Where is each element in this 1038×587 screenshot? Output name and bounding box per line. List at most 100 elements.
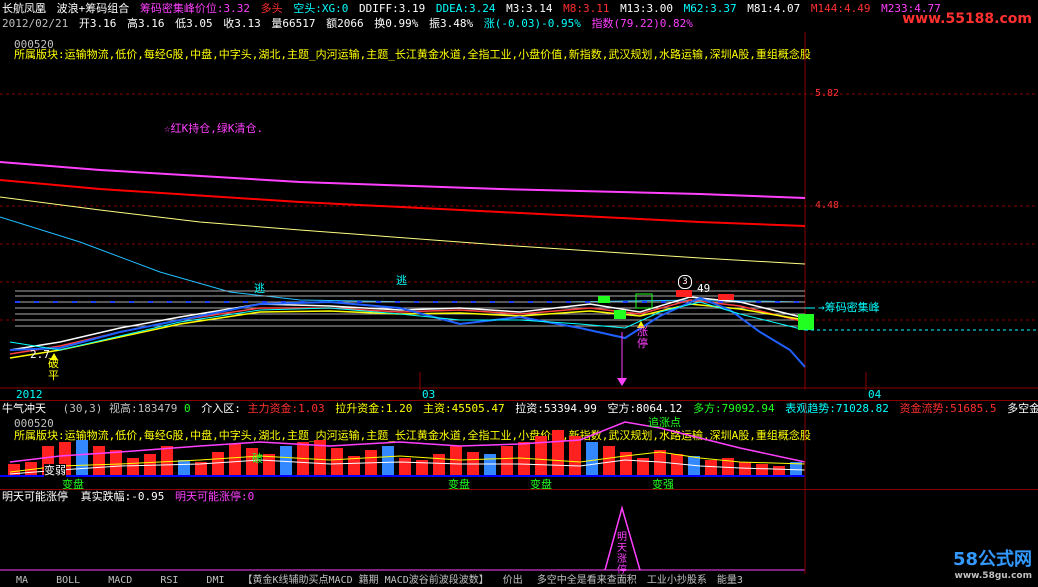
indicator-name: 波浪+筹码组合 xyxy=(56,2,130,15)
watermark-top: www.55188.com xyxy=(902,11,1032,27)
sub1-bar xyxy=(127,458,139,476)
short-label: 空头:XG:0 xyxy=(293,2,349,15)
change-label: 涨(-0.03)-0.95% xyxy=(483,17,581,30)
badge-num: 3 xyxy=(678,275,692,289)
ma233-line xyxy=(0,161,806,199)
long-label: 多头 xyxy=(260,2,283,15)
tab-custom[interactable]: 【黄金K线辅助买点MACD 籍期 MACD波谷前波段波数】 xyxy=(243,575,489,586)
m13-value: M13:3.00 xyxy=(620,2,674,15)
badge-escape-2: 逃 xyxy=(396,274,407,287)
tab-dmi[interactable]: DMI xyxy=(206,575,224,586)
badge-limit: 涨停 xyxy=(637,325,648,350)
m8-value: M8:3.11 xyxy=(563,2,610,15)
index-label: 指数(79.22)0.82% xyxy=(591,17,693,30)
sub1-chart-svg xyxy=(0,402,806,490)
sub1-bar xyxy=(382,446,394,476)
date-label: 2012/02/21 xyxy=(2,17,69,30)
ddiff-value: DDIFF:3.19 xyxy=(359,2,426,15)
tab-energy[interactable]: 能量3 xyxy=(717,575,743,586)
open-label: 开3.16 xyxy=(78,17,117,30)
panel-separator xyxy=(0,400,1038,401)
high-label: 高3.16 xyxy=(126,17,165,30)
sub2-chart-svg xyxy=(0,490,806,574)
sub-panel-limit: 明天可能涨停 真实跌幅:-0.95 明天可能涨停:0 明天涨停 xyxy=(0,490,1038,576)
sub1-bar xyxy=(93,446,105,476)
tab-area[interactable]: 多空中全是看来查面积 xyxy=(537,575,637,586)
candle-red xyxy=(676,290,692,297)
sub1-bar xyxy=(331,448,343,476)
badge-breakeven: 破平 xyxy=(48,357,59,382)
low-price-label: 2.7 xyxy=(30,348,50,361)
sub1-bar xyxy=(756,464,768,476)
sub1-bar xyxy=(569,436,581,476)
tab-industry[interactable]: 工业小抄股系 xyxy=(647,575,707,586)
peak-value: 筹码密集峰价位:3.32 xyxy=(139,2,250,15)
candle-red xyxy=(718,294,734,300)
signal-arrow-icon xyxy=(617,378,627,386)
price-grid xyxy=(0,93,1038,321)
close-label: 收3.13 xyxy=(223,17,261,30)
sub1-bar xyxy=(8,464,20,476)
sub1-bar xyxy=(603,446,615,476)
volume-label: 量66517 xyxy=(271,17,316,30)
m81-value: M81:4.07 xyxy=(747,2,801,15)
sub1-bar xyxy=(586,442,598,476)
turnover-label: 换0.99% xyxy=(374,17,419,30)
badge-escape-1: 逃 xyxy=(254,282,265,295)
sub1-bar xyxy=(450,446,462,476)
sub1-bar xyxy=(263,454,275,476)
candle-green xyxy=(614,310,626,319)
sub1-bar xyxy=(654,450,666,476)
sub2-spike-label: 明天涨停 xyxy=(617,532,627,576)
tab-ma[interactable]: MA xyxy=(16,575,28,586)
sub1-bar xyxy=(399,458,411,476)
stock-name: 长航凤凰 xyxy=(2,2,46,15)
sub1-bar xyxy=(229,444,241,476)
sub1-label-chase: 追涨点 xyxy=(648,416,681,429)
peak-annotation: →筹码密集峰 xyxy=(818,301,880,315)
sub1-bar xyxy=(552,430,564,476)
sub1-bar xyxy=(739,462,751,476)
candle-green xyxy=(798,314,814,330)
tab-boll[interactable]: BOLL xyxy=(56,575,80,586)
footer-logo-text: 58公式网 xyxy=(952,549,1032,570)
sub-panel-bull: 牛气冲天 (30,3) 视高:183479 0 介入区: 主力资金:1.03 拉… xyxy=(0,402,1038,491)
header-bar: 长航凤凰 波浪+筹码组合 筹码密集峰价位:3.32 多头 空头:XG:0 DDI… xyxy=(2,2,941,16)
info-bar: 2012/02/21 开3.16 高3.16 低3.05 收3.13 量6651… xyxy=(2,17,693,31)
bottom-tab-bar: MA BOLL MACD RSI DMI 【黄金K线辅助买点MACD 籍期 MA… xyxy=(0,574,1038,587)
m62-value: M62:3.37 xyxy=(683,2,737,15)
price-label-high: 5.82 xyxy=(815,88,840,99)
sub1-bar xyxy=(110,450,122,476)
footer-url: www.58gu.com xyxy=(954,571,1032,581)
amplitude-label: 振3.48% xyxy=(428,17,474,30)
sub1-bar xyxy=(671,454,683,476)
ma62-line xyxy=(0,216,806,303)
sub1-bar xyxy=(76,440,88,476)
price-label-mid: 4.48 xyxy=(815,200,840,211)
sub1-bar xyxy=(433,454,445,476)
sub1-bars xyxy=(8,430,802,476)
sub1-bar xyxy=(212,452,224,476)
badge-price: 49 xyxy=(697,282,711,295)
sub1-label-weak: 变弱 xyxy=(44,464,66,478)
tab-macd[interactable]: MACD xyxy=(108,575,132,586)
main-chart-panel: 000520 所属版块:运输物流,低价,每经G股,中盘,中字头,湖北,主题_内河… xyxy=(0,32,1038,401)
m144-value: M144:4.49 xyxy=(810,2,871,15)
sub1-bar xyxy=(178,460,190,476)
ddea-value: DDEA:3.24 xyxy=(435,2,496,15)
ma144-line xyxy=(0,179,806,227)
peak-arrow-icon: → xyxy=(818,301,825,314)
footer-watermark: 58公式网 www.58gu.com xyxy=(953,545,1032,581)
candle-green xyxy=(598,296,610,303)
sub1-bar xyxy=(484,454,496,476)
sub1-bar xyxy=(705,460,717,476)
m3-value: M3:3.14 xyxy=(506,2,553,15)
low-label: 低3.05 xyxy=(175,17,213,30)
tab-price[interactable]: 价出 xyxy=(503,575,523,586)
amount-label: 额2066 xyxy=(326,17,364,30)
sub1-bar xyxy=(773,466,785,476)
sub1-label-brk: 破 xyxy=(252,452,263,465)
main-chart-svg xyxy=(0,32,1038,390)
tab-rsi[interactable]: RSI xyxy=(160,575,178,586)
peak-label: 筹码密集峰 xyxy=(824,301,880,314)
